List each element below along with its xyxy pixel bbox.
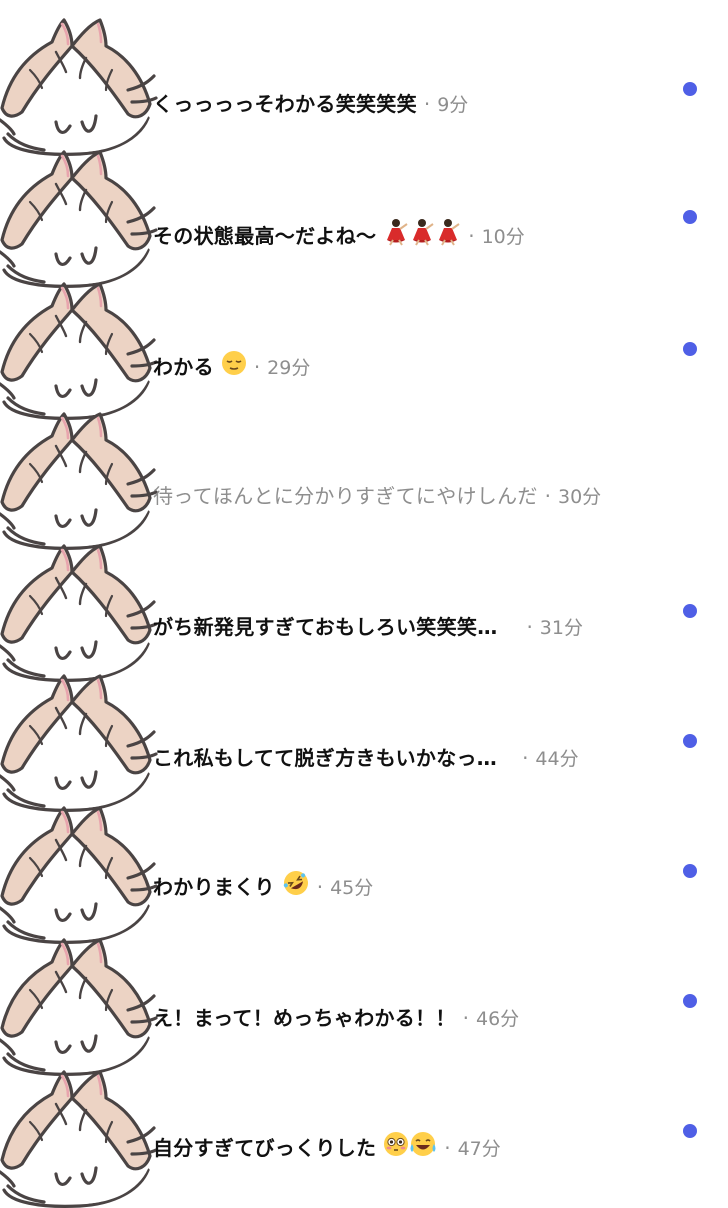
avatar[interactable] — [0, 16, 170, 156]
cat-avatar-icon — [0, 542, 170, 682]
comment-row[interactable]: その状態最高〜だよね〜 · 10分 — [0, 146, 728, 288]
avatar[interactable] — [0, 542, 170, 682]
dancer-icon — [409, 218, 435, 254]
comment-text-line: くっっっっそわかる笑笑笑笑 · 9分 — [153, 89, 468, 119]
comment-row[interactable]: くっっっっそわかる笑笑笑笑 · 9分 — [0, 14, 728, 156]
comment-row[interactable]: え！まって！めっちゃわかる！！ · 46分 — [0, 934, 728, 1076]
avatar[interactable] — [0, 148, 170, 288]
avatar[interactable] — [0, 280, 170, 420]
separator-dot: · — [423, 92, 431, 116]
separator-dot: · — [544, 484, 552, 508]
unread-dot — [683, 1124, 697, 1138]
comment-time: 45分 — [330, 877, 374, 899]
comment-message: わかる — [153, 355, 214, 379]
comment-text-line: これ私もしてて脱ぎ方きもいかなっ… · 44分 — [153, 743, 579, 773]
separator-dot: · — [526, 615, 533, 639]
comment-message: これ私もしてて脱ぎ方きもいかなっ… — [153, 746, 498, 770]
unread-dot — [683, 864, 697, 878]
comment-message: え！まって！めっちゃわかる！！ — [153, 1006, 456, 1030]
comment-time: 46分 — [476, 1008, 520, 1030]
comment-text-line: え！まって！めっちゃわかる！！ · 46分 — [153, 1003, 519, 1033]
cat-avatar-icon — [0, 148, 170, 288]
separator-dot: · — [316, 875, 324, 899]
comment-row[interactable]: わかりまくり · 45分 — [0, 802, 728, 944]
cat-avatar-icon — [0, 1068, 170, 1208]
separator-dot: · — [468, 224, 475, 248]
joy-face-icon — [409, 1131, 437, 1165]
separator-dot: · — [462, 1006, 470, 1030]
cat-avatar-icon — [0, 16, 170, 156]
separator-dot: · — [522, 746, 529, 770]
comment-message: がち新発見すぎておもしろい笑笑笑… — [153, 615, 498, 639]
dancer-icon — [435, 218, 461, 254]
cat-avatar-icon — [0, 280, 170, 420]
comment-time: 30分 — [558, 486, 602, 508]
comment-text-line: 待ってほんとに分かりすぎてにやけしんだ · 30分 — [153, 481, 601, 511]
comment-time: 44分 — [535, 748, 579, 770]
cat-avatar-icon — [0, 804, 170, 944]
comment-message: くっっっっそわかる笑笑笑笑 — [153, 92, 417, 116]
comment-text-line: 自分すぎてびっくりした · 47分 — [153, 1131, 501, 1165]
dancer-icon — [383, 218, 409, 254]
separator-dot: · — [444, 1136, 451, 1160]
cat-avatar-icon — [0, 672, 170, 812]
unread-dot — [683, 994, 697, 1008]
comment-time: 47分 — [457, 1138, 501, 1160]
unread-dot — [683, 82, 697, 96]
avatar[interactable] — [0, 1068, 170, 1208]
comment-row[interactable]: 自分すぎてびっくりした · 47分 — [0, 1066, 728, 1208]
comment-row[interactable]: わかる · 29分 — [0, 278, 728, 420]
avatar[interactable] — [0, 804, 170, 944]
comment-message: その状態最高〜だよね〜 — [153, 224, 377, 248]
rofl-face-icon — [282, 869, 310, 905]
comment-row[interactable]: がち新発見すぎておもしろい笑笑笑… · 31分 — [0, 540, 728, 682]
relieved-face-icon — [221, 350, 247, 384]
comment-text-line: わかりまくり · 45分 — [153, 869, 374, 905]
unread-dot — [683, 604, 697, 618]
comment-message: 自分すぎてびっくりした — [153, 1136, 377, 1160]
avatar[interactable] — [0, 410, 170, 550]
comment-message: わかりまくり — [153, 875, 275, 899]
avatar[interactable] — [0, 672, 170, 812]
separator-dot: · — [253, 355, 261, 379]
unread-dot — [683, 210, 697, 224]
comment-time: 9分 — [437, 94, 469, 116]
flushed-face-icon — [383, 1131, 409, 1165]
comment-time: 29分 — [267, 357, 311, 379]
unread-dot — [683, 734, 697, 748]
cat-avatar-icon — [0, 936, 170, 1076]
comment-time: 10分 — [481, 226, 525, 248]
comment-list: くっっっっそわかる笑笑笑笑 · 9分 その状態最高〜だよね〜 · 10分 わかる… — [0, 0, 728, 1208]
cat-avatar-icon — [0, 410, 170, 550]
comment-text-line: わかる · 29分 — [153, 350, 311, 384]
comment-text-line: がち新発見すぎておもしろい笑笑笑… · 31分 — [153, 612, 583, 642]
comment-text-line: その状態最高〜だよね〜 · 10分 — [153, 218, 525, 254]
comment-row[interactable]: 待ってほんとに分かりすぎてにやけしんだ · 30分 — [0, 408, 728, 550]
comment-time: 31分 — [539, 617, 583, 639]
unread-dot — [683, 342, 697, 356]
comment-message: 待ってほんとに分かりすぎてにやけしんだ — [153, 484, 538, 508]
comment-row[interactable]: これ私もしてて脱ぎ方きもいかなっ… · 44分 — [0, 670, 728, 812]
avatar[interactable] — [0, 936, 170, 1076]
